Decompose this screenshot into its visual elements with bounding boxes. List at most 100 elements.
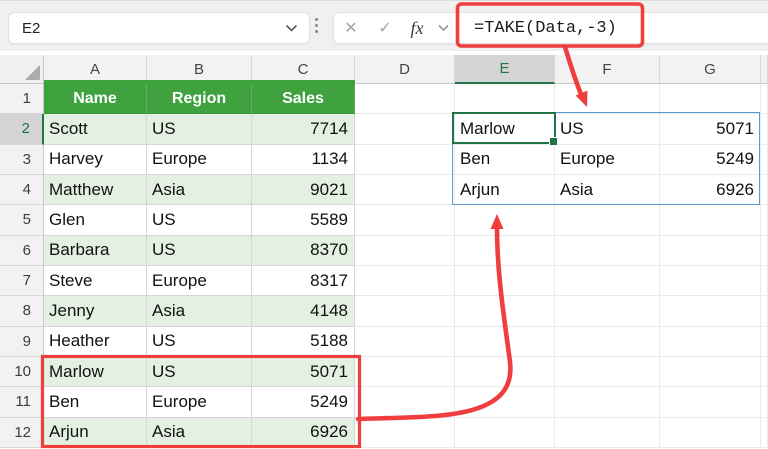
row-header-6[interactable]: 6 <box>0 235 44 266</box>
cell-D5[interactable] <box>355 205 455 236</box>
cell-E11[interactable] <box>455 387 555 418</box>
cell-E5[interactable] <box>455 205 555 236</box>
enter-icon[interactable]: ✓ <box>368 18 402 38</box>
cell-D9[interactable] <box>355 326 455 357</box>
cell-F10[interactable] <box>555 356 660 388</box>
cell-D4[interactable] <box>355 174 455 206</box>
cell-C11[interactable]: 5249 <box>252 387 355 418</box>
cell-A8[interactable]: Jenny <box>44 296 147 327</box>
column-header-E[interactable]: E <box>455 55 555 84</box>
row-header-1[interactable]: 1 <box>0 84 44 115</box>
cell-F5[interactable] <box>555 205 660 236</box>
cell-B4[interactable]: Asia <box>147 174 252 206</box>
cell-B8[interactable]: Asia <box>147 296 252 327</box>
cell-F4[interactable]: Asia <box>555 174 660 206</box>
cell-G7[interactable] <box>660 265 761 297</box>
select-all-corner[interactable] <box>0 55 44 84</box>
function-chevron-down-icon[interactable] <box>432 24 454 32</box>
cell-G12[interactable] <box>660 417 761 448</box>
cell-D1[interactable] <box>355 84 455 115</box>
cell-C8[interactable]: 4148 <box>252 296 355 327</box>
cell-B2[interactable]: US <box>147 114 252 145</box>
column-header-D[interactable]: D <box>355 55 455 84</box>
row-header-11[interactable]: 11 <box>0 387 44 418</box>
cell-A9[interactable]: Heather <box>44 326 147 357</box>
cell-A5[interactable]: Glen <box>44 205 147 236</box>
cell-C3[interactable]: 1134 <box>252 144 355 175</box>
cell-A7[interactable]: Steve <box>44 265 147 297</box>
cell-C7[interactable]: 8317 <box>252 265 355 297</box>
row-header-4[interactable]: 4 <box>0 174 44 206</box>
insert-function-icon[interactable]: fx <box>402 18 432 39</box>
cell-A11[interactable]: Ben <box>44 387 147 418</box>
table-header-region[interactable]: Region <box>147 84 252 115</box>
row-header-2[interactable]: 2 <box>0 114 44 145</box>
cancel-icon[interactable]: ✕ <box>334 18 368 38</box>
name-box[interactable]: E2 <box>8 12 310 44</box>
cell-C12[interactable]: 6926 <box>252 417 355 448</box>
cell-F6[interactable] <box>555 235 660 266</box>
table-header-name[interactable]: Name <box>44 84 147 115</box>
cell-D12[interactable] <box>355 417 455 448</box>
row-header-12[interactable]: 12 <box>0 417 44 448</box>
cell-B6[interactable]: US <box>147 235 252 266</box>
cell-A12[interactable]: Arjun <box>44 417 147 448</box>
cell-G10[interactable] <box>660 356 761 388</box>
cell-G4[interactable]: 6926 <box>660 174 761 206</box>
cell-F8[interactable] <box>555 296 660 327</box>
cell-B3[interactable]: Europe <box>147 144 252 175</box>
row-header-5[interactable]: 5 <box>0 205 44 236</box>
row-header-7[interactable]: 7 <box>0 265 44 297</box>
cell-A6[interactable]: Barbara <box>44 235 147 266</box>
name-box-chevron-down-icon[interactable] <box>285 24 298 33</box>
cell-E8[interactable] <box>455 296 555 327</box>
cell-G6[interactable] <box>660 235 761 266</box>
cell-E1[interactable] <box>455 84 555 115</box>
cell-E4[interactable]: Arjun <box>455 174 555 206</box>
cell-E6[interactable] <box>455 235 555 266</box>
cell-D6[interactable] <box>355 235 455 266</box>
cell-G3[interactable]: 5249 <box>660 144 761 175</box>
cell-E3[interactable]: Ben <box>455 144 555 175</box>
cell-C5[interactable]: 5589 <box>252 205 355 236</box>
column-header-G[interactable]: G <box>660 55 761 84</box>
row-header-3[interactable]: 3 <box>0 144 44 175</box>
cell-G2[interactable]: 5071 <box>660 114 761 145</box>
cell-B9[interactable]: US <box>147 326 252 357</box>
cell-C9[interactable]: 5188 <box>252 326 355 357</box>
cell-F1[interactable] <box>555 84 660 115</box>
cell-E10[interactable] <box>455 356 555 388</box>
cell-G9[interactable] <box>660 326 761 357</box>
cell-D10[interactable] <box>355 356 455 388</box>
cell-B11[interactable]: Europe <box>147 387 252 418</box>
formula-input[interactable]: =TAKE(Data,-3) <box>474 19 617 38</box>
cell-C6[interactable]: 8370 <box>252 235 355 266</box>
cell-D2[interactable] <box>355 114 455 145</box>
cell-F12[interactable] <box>555 417 660 448</box>
cell-F11[interactable] <box>555 387 660 418</box>
cell-G11[interactable] <box>660 387 761 418</box>
column-header-F[interactable]: F <box>555 55 660 84</box>
row-header-10[interactable]: 10 <box>0 356 44 388</box>
cell-G5[interactable] <box>660 205 761 236</box>
table-header-sales[interactable]: Sales <box>252 84 355 115</box>
cell-C2[interactable]: 7714 <box>252 114 355 145</box>
cell-D8[interactable] <box>355 296 455 327</box>
cell-F7[interactable] <box>555 265 660 297</box>
cell-D11[interactable] <box>355 387 455 418</box>
cell-A10[interactable]: Marlow <box>44 356 147 388</box>
cell-F2[interactable]: US <box>555 114 660 145</box>
cell-E9[interactable] <box>455 326 555 357</box>
cell-B7[interactable]: Europe <box>147 265 252 297</box>
cell-A2[interactable]: Scott <box>44 114 147 145</box>
row-header-9[interactable]: 9 <box>0 326 44 357</box>
cell-D3[interactable] <box>355 144 455 175</box>
cell-A3[interactable]: Harvey <box>44 144 147 175</box>
cell-G1[interactable] <box>660 84 761 115</box>
cell-G8[interactable] <box>660 296 761 327</box>
cell-F9[interactable] <box>555 326 660 357</box>
cell-E7[interactable] <box>455 265 555 297</box>
formula-bar-grip-icon[interactable] <box>315 18 318 33</box>
fill-handle[interactable] <box>549 137 558 146</box>
cell-A4[interactable]: Matthew <box>44 174 147 206</box>
